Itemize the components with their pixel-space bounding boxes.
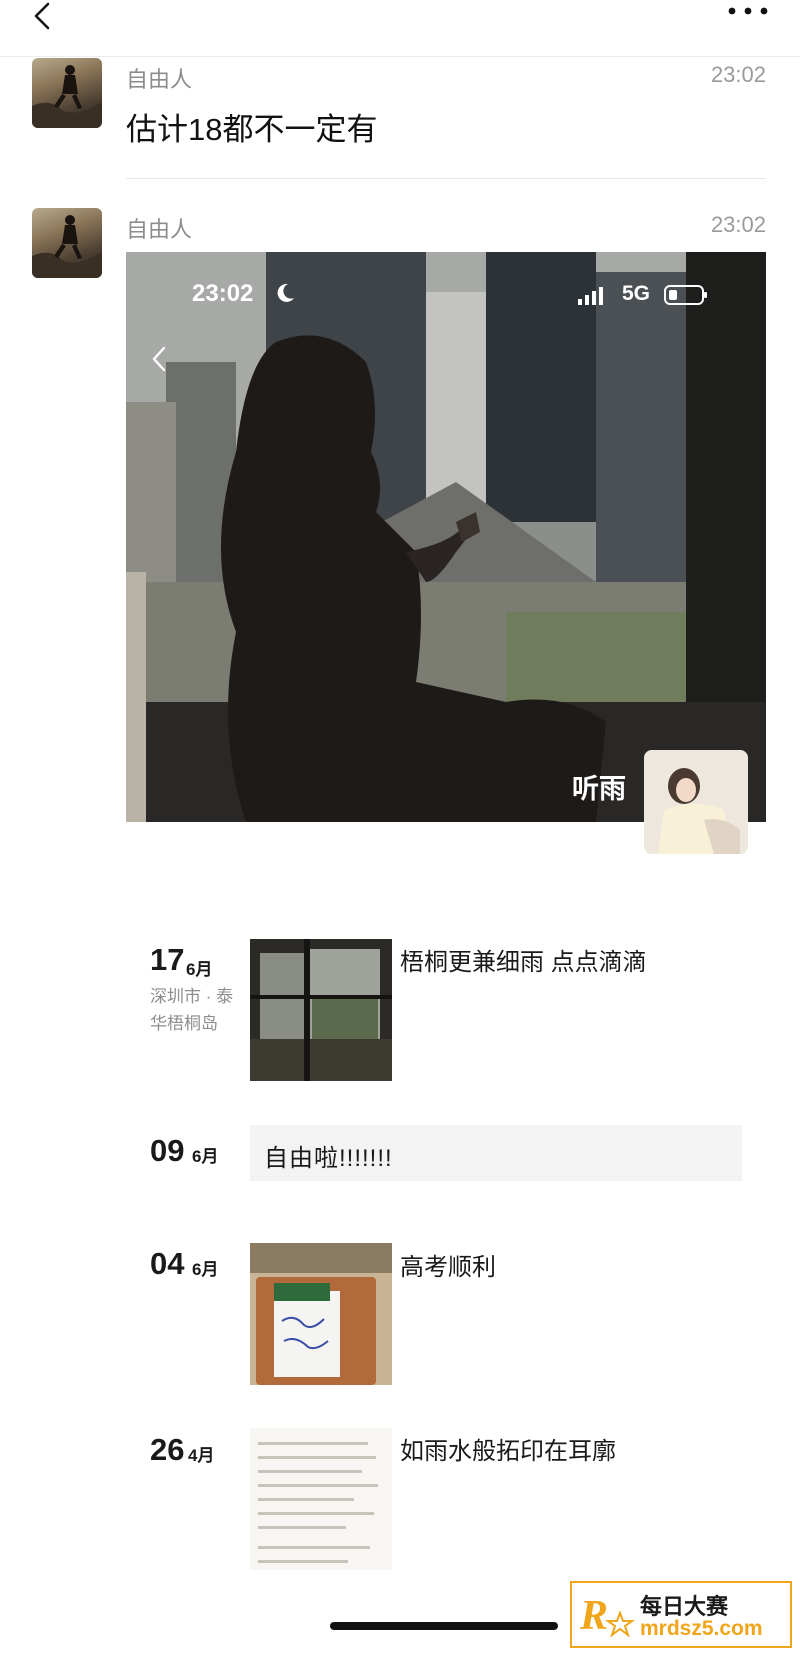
exam-sign-photo [250, 1243, 392, 1385]
moon-icon [277, 283, 294, 302]
moment-text: 高考顺利 [400, 1254, 496, 1281]
status-time: 23:02 [192, 280, 254, 307]
sender-name: 自由人 [126, 217, 193, 242]
moment-day: 26 [150, 1432, 185, 1467]
network-label: 5G [622, 282, 651, 305]
message-image[interactable]: 23:02 5G 听雨 [126, 252, 766, 822]
avatar[interactable] [32, 208, 102, 278]
avatar[interactable] [32, 58, 102, 128]
text-note-image [250, 1428, 392, 1570]
profile-avatar-thumbnail [644, 750, 748, 854]
moment-month: 6月 [186, 960, 213, 979]
avatar-image [32, 65, 102, 128]
more-icon[interactable] [726, 2, 770, 20]
message-text: 估计18都不一定有 [126, 112, 378, 147]
profile-name: 听雨 [572, 774, 626, 804]
home-indicator[interactable] [330, 1622, 558, 1630]
svg-text:R: R [579, 1593, 608, 1639]
signal-icon [578, 287, 603, 305]
moment-text: 梧桐更兼细雨 点点滴滴 [400, 949, 647, 976]
moment-month: 4月 [188, 1446, 215, 1465]
moment-image[interactable] [250, 939, 392, 1081]
moment-month: 6月 [192, 1147, 219, 1166]
moment-image[interactable] [250, 1243, 392, 1385]
message-time: 23:02 [710, 212, 766, 237]
top-bar [0, 0, 800, 57]
moment-image[interactable] [250, 1428, 392, 1570]
person-silhouette [221, 335, 606, 822]
divider [126, 178, 766, 179]
moment-text: 如雨水般拓印在耳廓 [400, 1438, 616, 1465]
moment-day: 04 [150, 1246, 185, 1281]
avatar-image [32, 215, 102, 278]
window-rain-photo [250, 939, 392, 1081]
back-icon [152, 346, 166, 372]
moment-text-card[interactable]: 自由啦!!!!!!! [250, 1125, 742, 1181]
moment-text: 自由啦!!!!!!! [264, 1145, 393, 1172]
moment-day: 09 [150, 1133, 185, 1168]
profile-photo [644, 750, 748, 854]
back-icon[interactable] [28, 0, 58, 38]
moment-location: 深圳市 · 泰华梧桐岛 [150, 987, 234, 1033]
sender-name: 自由人 [126, 67, 193, 92]
watermark-url: mrdsz5.com [640, 1617, 763, 1640]
message-time: 23:02 [710, 62, 766, 87]
watermark-logo-icon: R [579, 1593, 636, 1639]
battery-icon [664, 285, 707, 305]
moment-day: 17 [150, 942, 185, 977]
moment-month: 6月 [192, 1260, 219, 1279]
watermark: R 每日大赛 mrdsz5.com [570, 1581, 792, 1648]
